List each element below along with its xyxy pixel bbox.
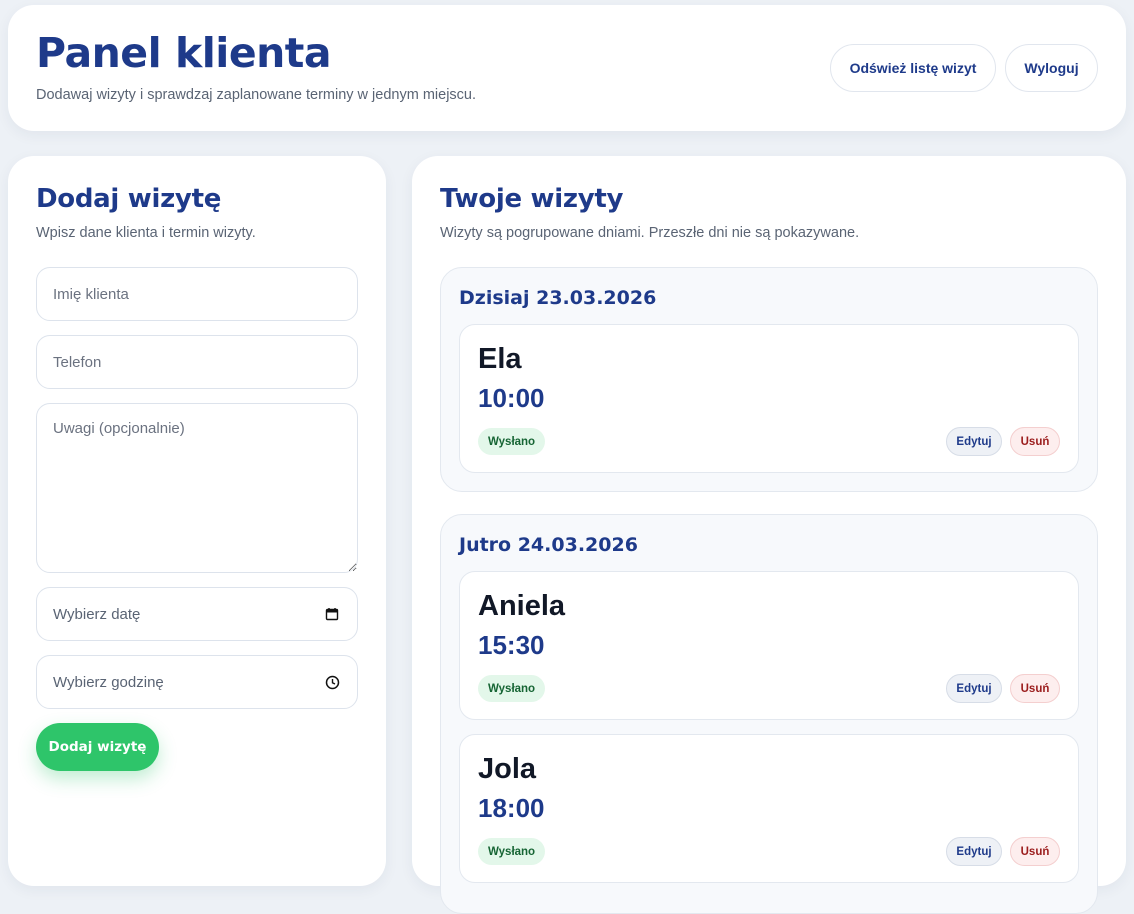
logout-button[interactable]: Wyloguj (1005, 44, 1098, 92)
time-placeholder: Wybierz godzinę (53, 673, 164, 691)
notes-textarea[interactable] (36, 403, 358, 573)
visit-client-name: Ela (478, 343, 522, 375)
delete-visit-button[interactable]: Usuń (1010, 837, 1060, 866)
calendar-icon[interactable] (323, 605, 341, 623)
visits-subtitle: Wizyty są pogrupowane dniami. Przeszłe d… (440, 225, 860, 241)
visit-client-name: Jola (478, 753, 537, 785)
visit-card: Jola 18:00 Wysłano Edytuj Usuń (459, 734, 1079, 883)
add-visit-subtitle: Wpisz dane klienta i termin wizyty. (36, 225, 256, 241)
visit-client-name: Aniela (478, 590, 566, 622)
refresh-visits-button[interactable]: Odśwież listę wizyt (830, 44, 996, 92)
day-group-tomorrow: Jutro 24.03.2026 Aniela 15:30 Wysłano Ed… (440, 514, 1098, 914)
status-badge: Wysłano (478, 428, 546, 455)
visit-time: 10:00 (478, 383, 545, 413)
visits-panel: Twoje wizyty Wizyty są pogrupowane dniam… (412, 156, 1126, 914)
time-picker[interactable]: Wybierz godzinę (36, 655, 358, 709)
page-subtitle: Dodawaj wizyty i sprawdzaj zaplanowane t… (36, 87, 477, 103)
phone-input[interactable] (36, 335, 358, 389)
visits-title: Twoje wizyty (440, 184, 624, 214)
clock-icon[interactable] (323, 673, 341, 691)
visit-card: Ela 10:00 Wysłano Edytuj Usuń (459, 324, 1079, 473)
day-group-label: Dzisiaj 23.03.2026 (459, 287, 657, 309)
add-visit-button[interactable]: Dodaj wizytę (36, 723, 159, 771)
client-name-input[interactable] (36, 267, 358, 321)
edit-visit-button[interactable]: Edytuj (946, 674, 1002, 703)
status-badge: Wysłano (478, 675, 546, 702)
edit-visit-button[interactable]: Edytuj (946, 427, 1002, 456)
add-visit-title: Dodaj wizytę (36, 184, 222, 214)
day-group-today: Dzisiaj 23.03.2026 Ela 10:00 Wysłano Edy… (440, 267, 1098, 492)
edit-visit-button[interactable]: Edytuj (946, 837, 1002, 866)
visit-time: 15:30 (478, 630, 545, 660)
status-badge: Wysłano (478, 838, 546, 865)
delete-visit-button[interactable]: Usuń (1010, 674, 1060, 703)
date-picker[interactable]: Wybierz datę (36, 587, 358, 641)
delete-visit-button[interactable]: Usuń (1010, 427, 1060, 456)
date-placeholder: Wybierz datę (53, 605, 141, 623)
page-title: Panel klienta (36, 29, 332, 77)
add-visit-panel: Dodaj wizytę Wpisz dane klienta i termin… (8, 156, 386, 886)
visit-card: Aniela 15:30 Wysłano Edytuj Usuń (459, 571, 1079, 720)
page-header: Panel klienta Dodawaj wizyty i sprawdzaj… (8, 5, 1126, 131)
day-group-label: Jutro 24.03.2026 (459, 534, 638, 556)
visit-time: 18:00 (478, 793, 545, 823)
